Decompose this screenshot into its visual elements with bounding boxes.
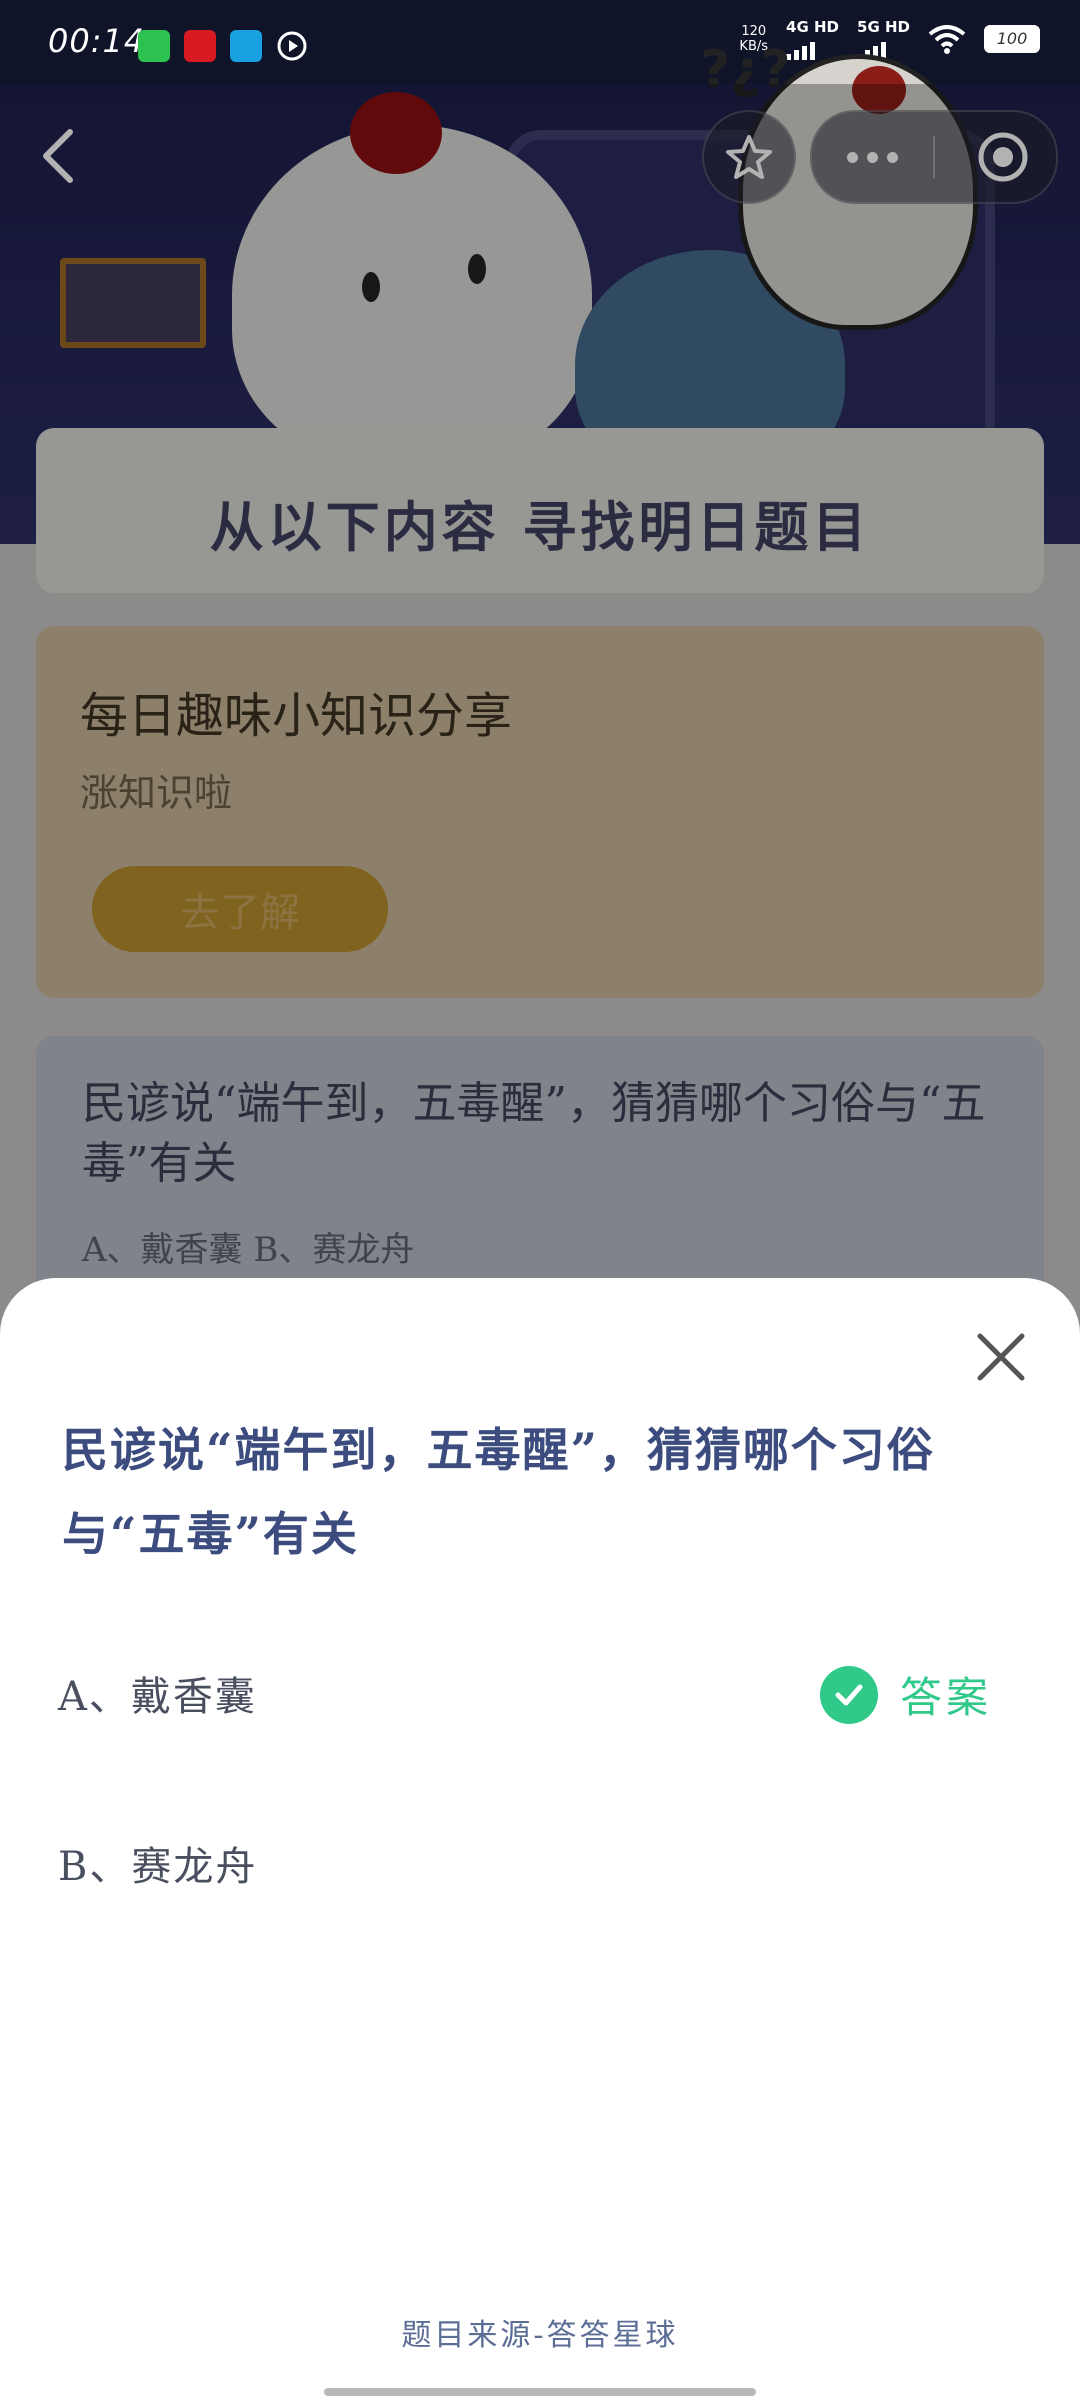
status-bar: 00:14 120 KB/s 4G HD 5G HD 100 [0, 0, 1080, 84]
wifi-icon [928, 25, 966, 54]
check-icon [819, 1665, 878, 1724]
answer-label: 答案 [899, 1673, 992, 1722]
option-a-label: A、戴香囊 [58, 1674, 257, 1720]
battery-indicator: 100 [984, 25, 1040, 53]
option-a[interactable]: A、戴香囊 答案 [58, 1648, 1018, 1738]
play-icon [276, 30, 308, 62]
question-text: 民谚说“端午到，五毒醒”，猜猜哪个习俗与“五毒”有关 [62, 1423, 935, 1561]
question-source: 题目来源-答答星球 [401, 2318, 679, 2353]
option-b[interactable]: B、赛龙舟 [58, 1818, 1018, 1908]
close-sheet-button[interactable] [972, 1328, 1030, 1386]
question-bottom-sheet: 民谚说“端午到，五毒醒”，猜猜哪个习俗与“五毒”有关 A、戴香囊 答案 B、赛龙… [0, 1278, 1080, 2400]
app-notification-icon [184, 30, 216, 62]
home-indicator[interactable] [324, 2388, 756, 2396]
close-icon [977, 1333, 1025, 1381]
wechat-icon [138, 30, 170, 62]
app-notification-icon [230, 30, 262, 62]
status-time: 00:14 [48, 22, 146, 60]
option-b-label: B、赛龙舟 [58, 1844, 258, 1890]
answer-badge: 答案 [819, 1664, 992, 1725]
signal-4g: 4G HD [786, 18, 839, 60]
